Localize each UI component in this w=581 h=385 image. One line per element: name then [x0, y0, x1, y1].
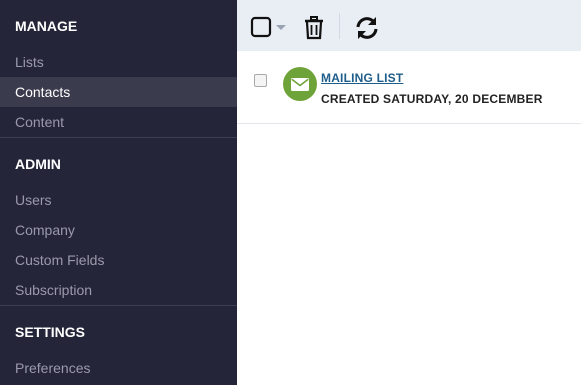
sidebar-item-company[interactable]: Company [0, 215, 237, 245]
envelope-icon [291, 77, 309, 91]
sidebar-item-lists[interactable]: Lists [0, 47, 237, 77]
sidebar-divider [0, 305, 237, 306]
list-item: MAILING LIST CREATED SATURDAY, 20 DECEMB… [237, 51, 581, 124]
section-heading-manage: MANAGE [15, 18, 78, 34]
sidebar-item-subscription[interactable]: Subscription [0, 275, 237, 305]
section-heading-settings: SETTINGS [15, 324, 86, 340]
refresh-icon [356, 17, 378, 39]
trash-icon [305, 16, 323, 40]
created-date-text: CREATED SATURDAY, 20 DECEMBER [321, 92, 543, 106]
sidebar-divider [0, 137, 237, 138]
toolbar-separator [339, 13, 340, 39]
refresh-button[interactable] [354, 16, 380, 40]
sidebar-item-preferences[interactable]: Preferences [0, 353, 237, 383]
select-all-dropdown[interactable] [250, 16, 288, 38]
select-all-checkbox-icon [250, 16, 286, 38]
mailing-list-link[interactable]: MAILING LIST [321, 71, 403, 85]
sidebar-item-contacts[interactable]: Contacts [0, 77, 237, 107]
sidebar-item-custom-fields[interactable]: Custom Fields [0, 245, 237, 275]
row-checkbox[interactable] [254, 74, 267, 87]
sidebar: MANAGE Lists Contacts Content ADMIN User… [0, 0, 237, 385]
sidebar-item-users[interactable]: Users [0, 185, 237, 215]
dropdown-caret-icon [276, 25, 286, 30]
toolbar [237, 0, 581, 51]
list-avatar [283, 67, 317, 101]
sidebar-item-content[interactable]: Content [0, 107, 237, 137]
section-heading-admin: ADMIN [15, 156, 61, 172]
delete-button[interactable] [303, 16, 325, 40]
